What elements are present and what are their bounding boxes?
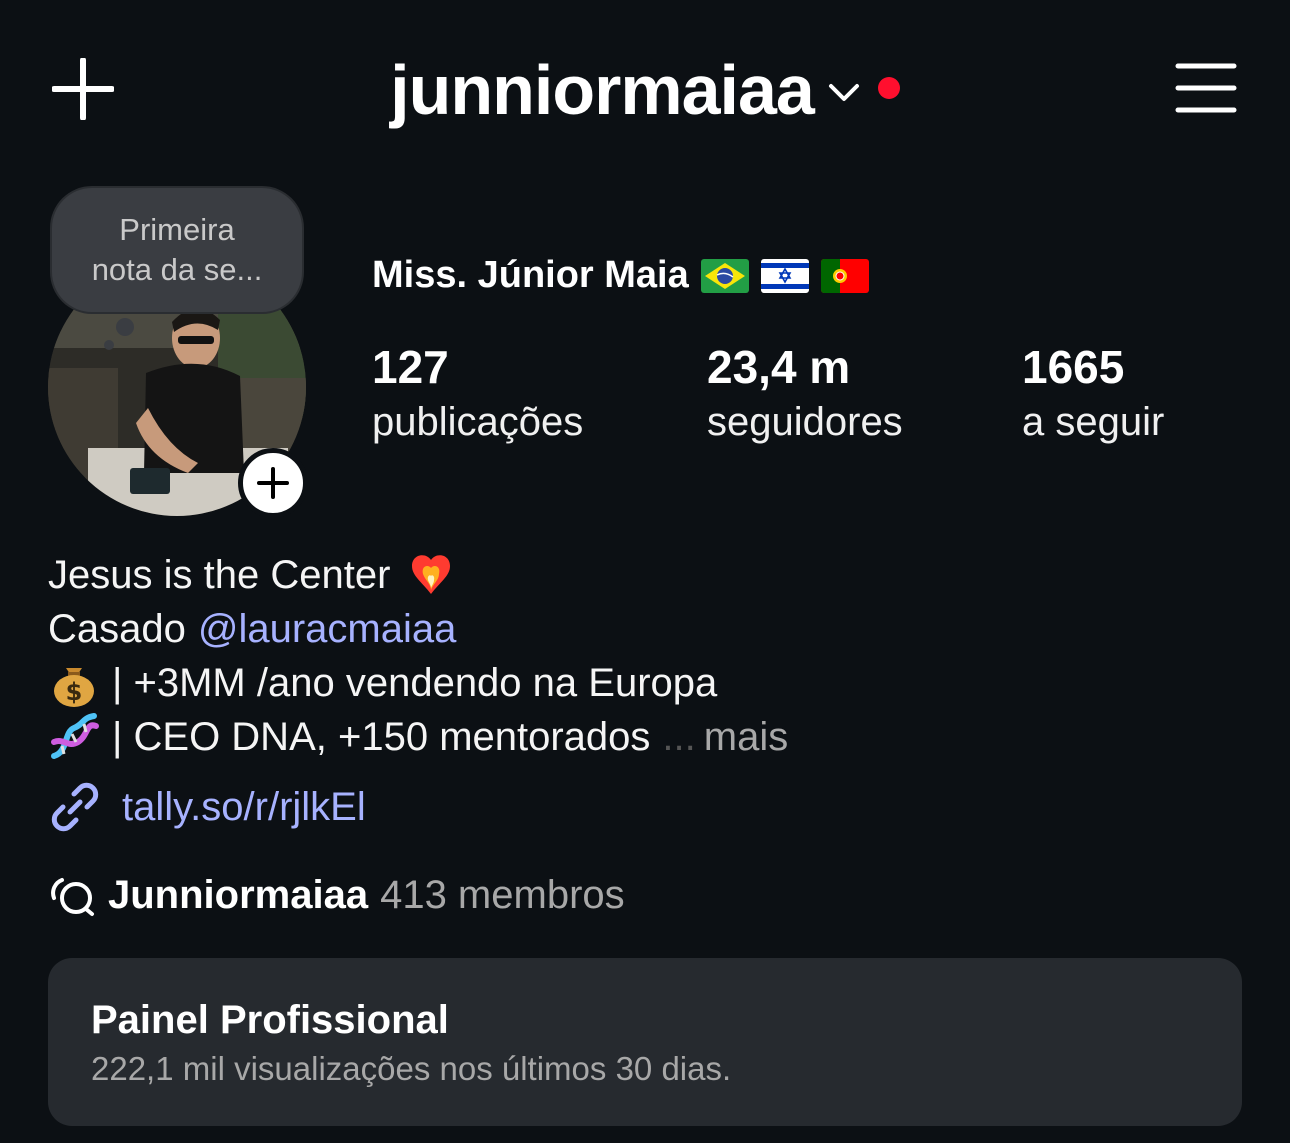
stat-following-value: 1665 [1022, 341, 1125, 393]
broadcast-channel[interactable]: Junniormaiaa 413 membros [48, 872, 625, 918]
bio-ellipsis: ... [662, 715, 696, 759]
bio-line-3-text: | +3MM /ano vendendo na Europa [112, 661, 718, 705]
channel-name: Junniormaiaa [108, 872, 369, 917]
brazil-flag-icon [700, 258, 749, 293]
notification-dot [877, 77, 900, 99]
bio-mention-link[interactable]: @lauracmaiaa [198, 602, 457, 656]
money-bag-icon: $ [54, 668, 94, 707]
israel-flag-icon [760, 258, 809, 293]
stat-followers-value: 23,4 m [707, 341, 851, 393]
add-story-button[interactable] [238, 448, 308, 518]
dna-icon [51, 713, 99, 759]
profile-bio: Jesus is the Center Casado @lauracmaiaa … [48, 548, 788, 764]
link-icon [51, 782, 99, 832]
profile-full-name: Miss. Júnior Maia [372, 254, 869, 297]
plus-icon [257, 467, 289, 499]
stat-following[interactable]: 1665 a seguir [1022, 338, 1164, 448]
note-line-1: Primeira [119, 212, 235, 247]
menu-hamburger-icon[interactable] [1175, 62, 1237, 114]
stat-followers-label: seguidores [707, 400, 903, 444]
note-tail-small [104, 340, 114, 350]
bio-line-4-text: | CEO DNA, +150 mentorados [112, 715, 651, 759]
stat-following-label: a seguir [1022, 400, 1165, 444]
portugal-flag-icon [820, 258, 869, 293]
bio-line-1: Jesus is the Center [48, 548, 788, 602]
heart-on-fire-icon [412, 555, 451, 594]
channel-chat-icon [51, 878, 94, 916]
channel-member-count: 413 membros [380, 872, 625, 917]
stat-posts[interactable]: 127 publicações [372, 338, 583, 448]
note-bubble[interactable]: Primeira nota da se... [52, 188, 302, 312]
bio-line-2-prefix: Casado [48, 607, 186, 651]
bio-more-button[interactable]: mais [704, 710, 788, 764]
chevron-down-icon[interactable] [828, 82, 860, 104]
profile-page: junniormaiaa Primeira nota da se... Miss… [0, 0, 1290, 1143]
bio-line-1-text: Jesus is the Center [48, 553, 391, 597]
username-title[interactable]: junniormaiaa [390, 50, 815, 130]
account-switcher[interactable]: junniormaiaa [0, 48, 1290, 132]
stat-posts-value: 127 [372, 341, 449, 393]
note-tail [116, 318, 134, 336]
stat-followers[interactable]: 23,4 m seguidores [707, 338, 903, 448]
panel-subtitle: 222,1 mil visualizações nos últimos 30 d… [91, 1050, 732, 1087]
svg-text:$: $ [66, 678, 83, 706]
bio-line-2: Casado @lauracmaiaa [48, 602, 788, 656]
bio-link[interactable]: tally.so/r/rjlkEl [48, 780, 366, 834]
professional-dashboard-card[interactable]: Painel Profissional 222,1 mil visualizaç… [48, 958, 1242, 1126]
note-line-2: nota da se... [91, 252, 263, 287]
panel-title: Painel Profissional [91, 998, 449, 1042]
bio-line-3: $ | +3MM /ano vendendo na Europa [48, 656, 788, 710]
bio-line-4: | CEO DNA, +150 mentorados ... mais [48, 710, 788, 764]
bio-link-text[interactable]: tally.so/r/rjlkEl [122, 785, 366, 830]
stat-posts-label: publicações [372, 400, 584, 444]
full-name-text: Miss. Júnior Maia [372, 254, 689, 296]
